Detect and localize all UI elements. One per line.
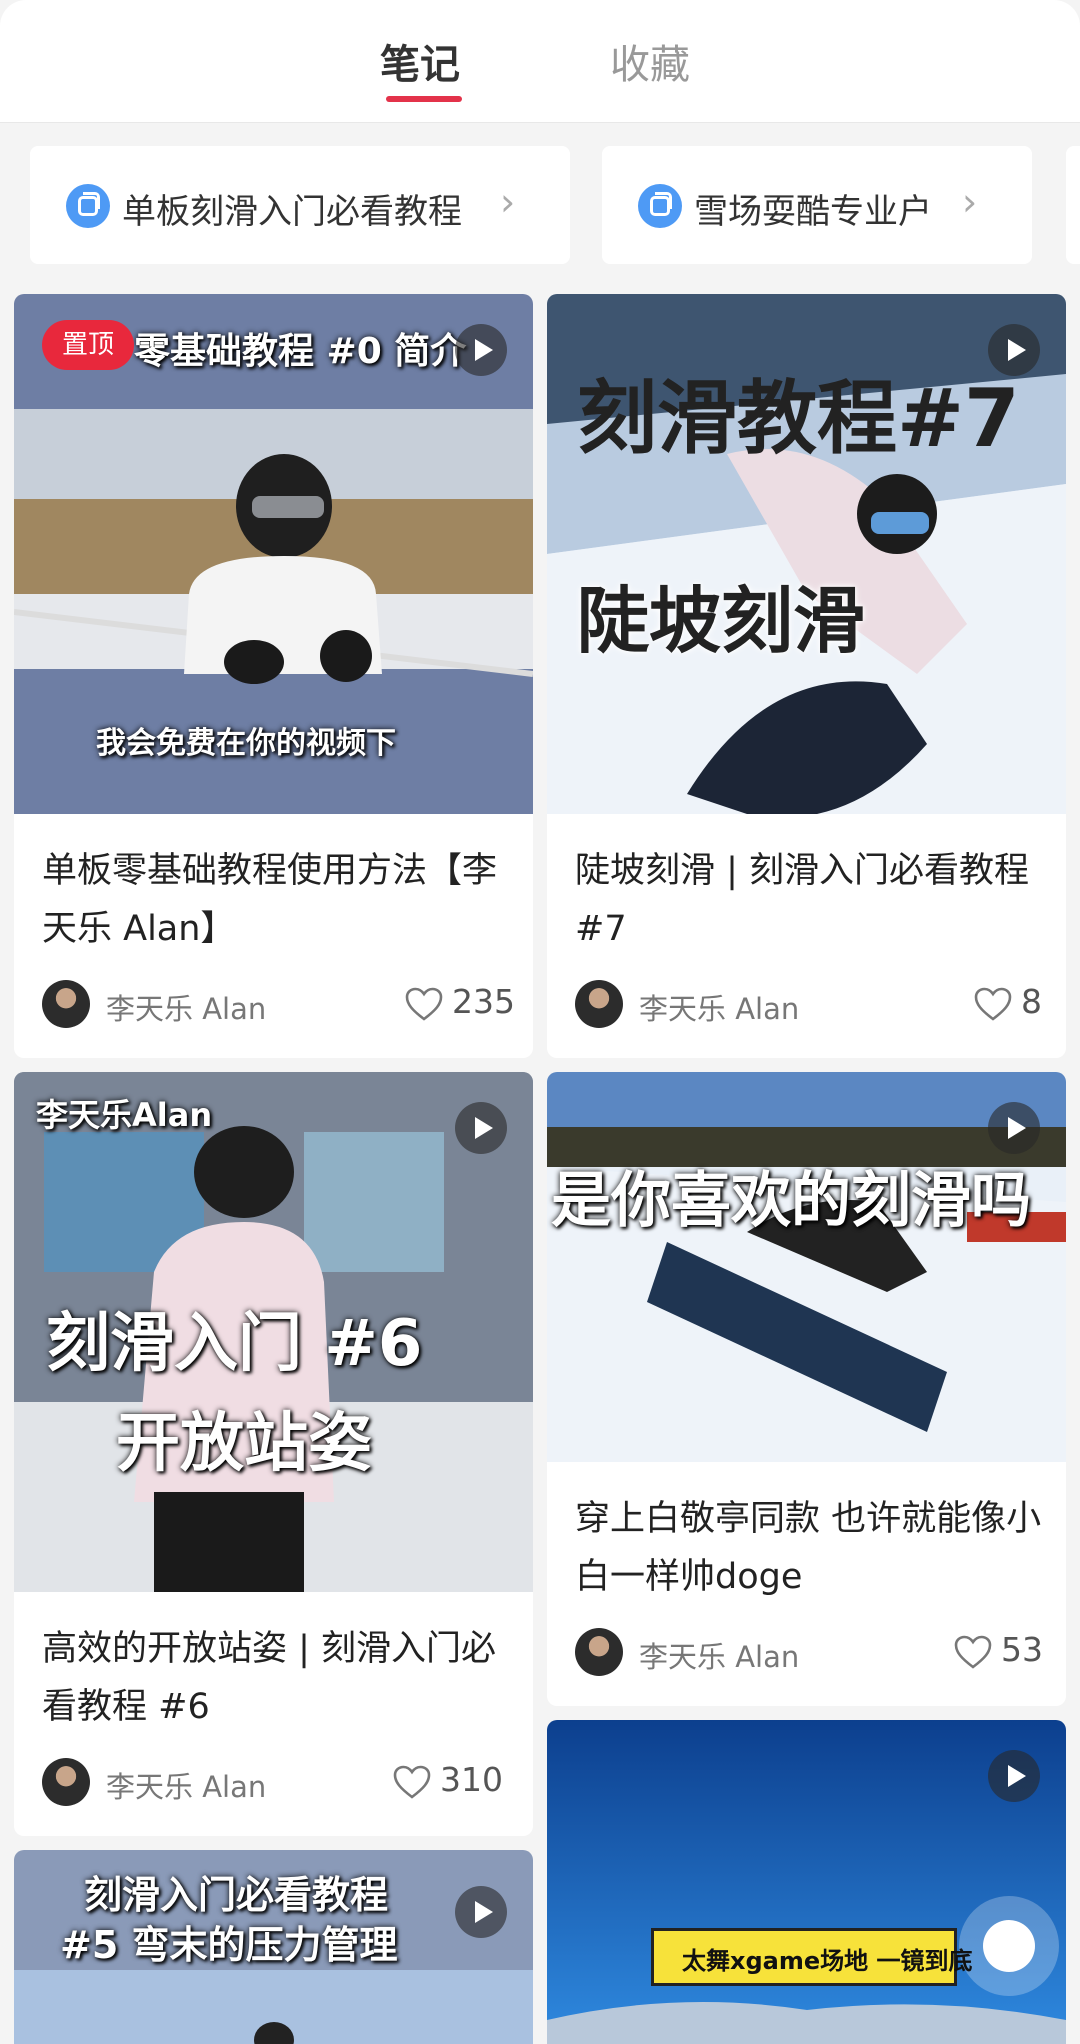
tab-bar: 笔记 收藏	[0, 0, 1080, 123]
tab-notes[interactable]: 笔记	[380, 32, 460, 90]
note-title: 高效的开放站姿 | 刻滑入门必看教程 #6	[42, 1629, 497, 1727]
cover-title-text: 刻滑入门 #6	[46, 1307, 423, 1381]
like-count: 53	[1001, 1630, 1043, 1669]
avatar[interactable]	[42, 980, 90, 1028]
note-cover: 刻滑教程#7 陡坡刻滑	[547, 294, 1066, 814]
cover-subtitle-text: 开放站姿	[116, 1407, 372, 1481]
album-label: 雪场耍酷专业户	[694, 192, 932, 232]
chevron-right-icon: ›	[500, 180, 516, 224]
note-cover: 是你喜欢的刻滑吗	[547, 1072, 1066, 1462]
note-cover: 太舞xgame场地 一镜到底	[547, 1720, 1066, 2044]
note-card[interactable]: 刻滑入门必看教程 #5 弯末的压力管理	[14, 1850, 533, 2044]
author-name[interactable]: 李天乐 Alan	[639, 986, 799, 1028]
note-cover: 刻滑入门必看教程 #5 弯末的压力管理	[14, 1850, 533, 2044]
note-card[interactable]: 零基础教程 #0 简介 我会免费在你的视频下 置顶 单板零基础教程使用方法【李天…	[14, 294, 533, 1058]
note-meta: 李天乐 Alan 53	[575, 1628, 1045, 1678]
pinned-badge: 置顶	[42, 320, 134, 370]
note-card[interactable]: 刻滑教程#7 陡坡刻滑 陡坡刻滑 | 刻滑入门必看教程#7 李天乐 Alan 8	[547, 294, 1066, 1058]
heart-outline-icon[interactable]	[404, 986, 444, 1022]
note-meta: 李天乐 Alan 310	[42, 1758, 512, 1808]
note-cover: 零基础教程 #0 简介 我会免费在你的视频下 置顶	[14, 294, 533, 814]
author-name[interactable]: 李天乐 Alan	[106, 986, 266, 1028]
album-card[interactable]: 单板刻滑入门必看教程 ›	[30, 146, 570, 264]
note-meta: 李天乐 Alan 8	[575, 980, 1045, 1030]
note-cover: 李天乐Alan 刻滑入门 #6 开放站姿	[14, 1072, 533, 1592]
play-icon	[988, 1102, 1040, 1154]
note-card[interactable]: 太舞xgame场地 一镜到底	[547, 1720, 1066, 2044]
play-icon	[455, 1102, 507, 1154]
cover-title-text: 是你喜欢的刻滑吗	[551, 1166, 1031, 1236]
album-icon	[638, 184, 682, 228]
note-card[interactable]: 李天乐Alan 刻滑入门 #6 开放站姿 高效的开放站姿 | 刻滑入门必看教程 …	[14, 1072, 533, 1836]
avatar[interactable]	[575, 1628, 623, 1676]
album-card[interactable]: 雪场耍酷专业户 ›	[602, 146, 1032, 264]
heart-outline-icon[interactable]	[953, 1634, 993, 1670]
album-label: 单板刻滑入门必看教程	[122, 192, 462, 232]
heart-outline-icon[interactable]	[973, 986, 1013, 1022]
active-tab-indicator	[386, 96, 462, 102]
like-count: 235	[452, 982, 515, 1021]
cover-title-text: 零基础教程 #0 简介	[134, 331, 467, 372]
avatar[interactable]	[575, 980, 623, 1028]
note-title: 陡坡刻滑 | 刻滑入门必看教程#7	[575, 851, 1030, 949]
play-icon	[988, 1750, 1040, 1802]
cover-subtitle-text: 我会免费在你的视频下	[96, 726, 396, 761]
cover-caption-box: 太舞xgame场地 一镜到底	[651, 1928, 973, 1986]
play-icon	[455, 1886, 507, 1938]
author-name[interactable]: 李天乐 Alan	[639, 1634, 799, 1676]
album-card-partial[interactable]	[1066, 146, 1080, 264]
like-count: 8	[1021, 982, 1042, 1021]
cover-title-text: 刻滑入门必看教程	[84, 1873, 389, 1917]
heart-outline-icon[interactable]	[392, 1764, 432, 1800]
avatar[interactable]	[42, 1758, 90, 1806]
album-icon	[66, 184, 110, 228]
note-meta: 李天乐 Alan 235	[42, 980, 515, 1030]
chevron-right-icon: ›	[962, 180, 978, 224]
cover-watermark-text: 李天乐Alan	[36, 1096, 213, 1134]
like-count: 310	[440, 1760, 503, 1799]
play-icon	[988, 324, 1040, 376]
cover-title-text: 太舞xgame场地 一镜到底	[682, 1947, 973, 1975]
cover-subtitle-text: 陡坡刻滑	[577, 579, 866, 663]
cover-subtitle-text: #5 弯末的压力管理	[60, 1923, 398, 1967]
note-title: 单板零基础教程使用方法【李天乐 Alan】	[42, 851, 498, 949]
tab-favorites[interactable]: 收藏	[610, 32, 690, 90]
author-name[interactable]: 李天乐 Alan	[106, 1764, 266, 1806]
note-title: 穿上白敬亭同款 也许就能像小白一样帅doge	[575, 1499, 1042, 1597]
cover-title-text: 刻滑教程#7	[577, 372, 1020, 465]
note-card[interactable]: 是你喜欢的刻滑吗 穿上白敬亭同款 也许就能像小白一样帅doge 李天乐 Alan…	[547, 1072, 1066, 1706]
play-icon	[455, 324, 507, 376]
